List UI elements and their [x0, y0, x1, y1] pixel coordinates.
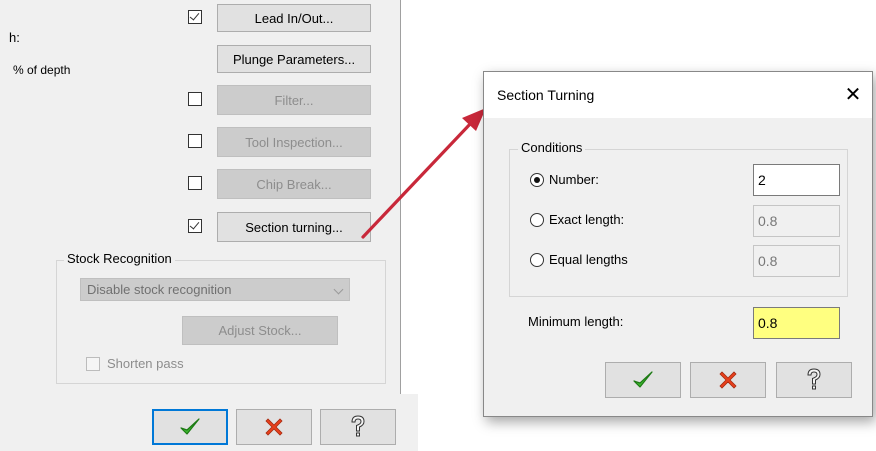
- red-x-icon: [265, 418, 283, 436]
- close-icon[interactable]: ✕: [838, 80, 868, 110]
- help-button[interactable]: [320, 409, 396, 445]
- red-x-icon: [719, 371, 737, 389]
- dialog-cancel-button[interactable]: [690, 362, 766, 398]
- section-turning-checkbox[interactable]: [188, 219, 202, 233]
- shorten-pass-label: Shorten pass: [107, 356, 184, 371]
- plunge-parameters-button[interactable]: Plunge Parameters...: [217, 45, 371, 73]
- filter-checkbox[interactable]: [188, 92, 202, 106]
- exact-length-radio[interactable]: [530, 213, 544, 227]
- dialog-help-button[interactable]: [776, 362, 852, 398]
- dialog-border: [400, 0, 401, 394]
- question-mark-icon: [807, 368, 821, 390]
- depth-percent-label: % of depth: [13, 63, 71, 77]
- shorten-pass-checkbox[interactable]: [86, 357, 100, 371]
- filter-button[interactable]: Filter...: [217, 85, 371, 115]
- tool-inspection-button[interactable]: Tool Inspection...: [217, 127, 371, 157]
- partial-label: h:: [9, 30, 20, 45]
- chevron-down-icon: [333, 284, 344, 295]
- conditions-legend: Conditions: [518, 140, 586, 156]
- section-turning-dialog: Section Turning ✕ Conditions Number: 2 E…: [483, 71, 873, 417]
- question-mark-icon: [351, 415, 365, 437]
- exact-length-field[interactable]: 0.8: [753, 205, 840, 237]
- adjust-stock-button[interactable]: Adjust Stock...: [182, 316, 338, 345]
- equal-lengths-field[interactable]: 0.8: [753, 245, 840, 277]
- minimum-length-field[interactable]: 0.8: [753, 307, 840, 339]
- checkmark-icon: [180, 418, 200, 435]
- minimum-length-label: Minimum length:: [528, 314, 624, 329]
- stock-recognition-select-value: Disable stock recognition: [87, 282, 232, 297]
- exact-length-label: Exact length:: [549, 212, 625, 227]
- number-label: Number:: [549, 172, 599, 187]
- checkmark-icon: [633, 371, 653, 388]
- stock-recognition-select[interactable]: Disable stock recognition: [80, 278, 350, 301]
- tool-inspection-checkbox[interactable]: [188, 134, 202, 148]
- stock-recognition-legend: Stock Recognition: [64, 251, 175, 267]
- ok-button[interactable]: [152, 409, 228, 445]
- lead-in-out-checkbox[interactable]: [188, 10, 202, 24]
- section-turning-button[interactable]: Section turning...: [217, 212, 371, 242]
- number-field[interactable]: 2: [753, 164, 840, 196]
- dialog-title: Section Turning: [497, 87, 595, 103]
- equal-lengths-radio[interactable]: [530, 253, 544, 267]
- equal-lengths-label: Equal lengths: [549, 252, 628, 267]
- chip-break-button[interactable]: Chip Break...: [217, 169, 371, 199]
- number-radio[interactable]: [530, 173, 544, 187]
- lead-in-out-button[interactable]: Lead In/Out...: [217, 4, 371, 32]
- cancel-button[interactable]: [236, 409, 312, 445]
- chip-break-checkbox[interactable]: [188, 176, 202, 190]
- dialog-ok-button[interactable]: [605, 362, 681, 398]
